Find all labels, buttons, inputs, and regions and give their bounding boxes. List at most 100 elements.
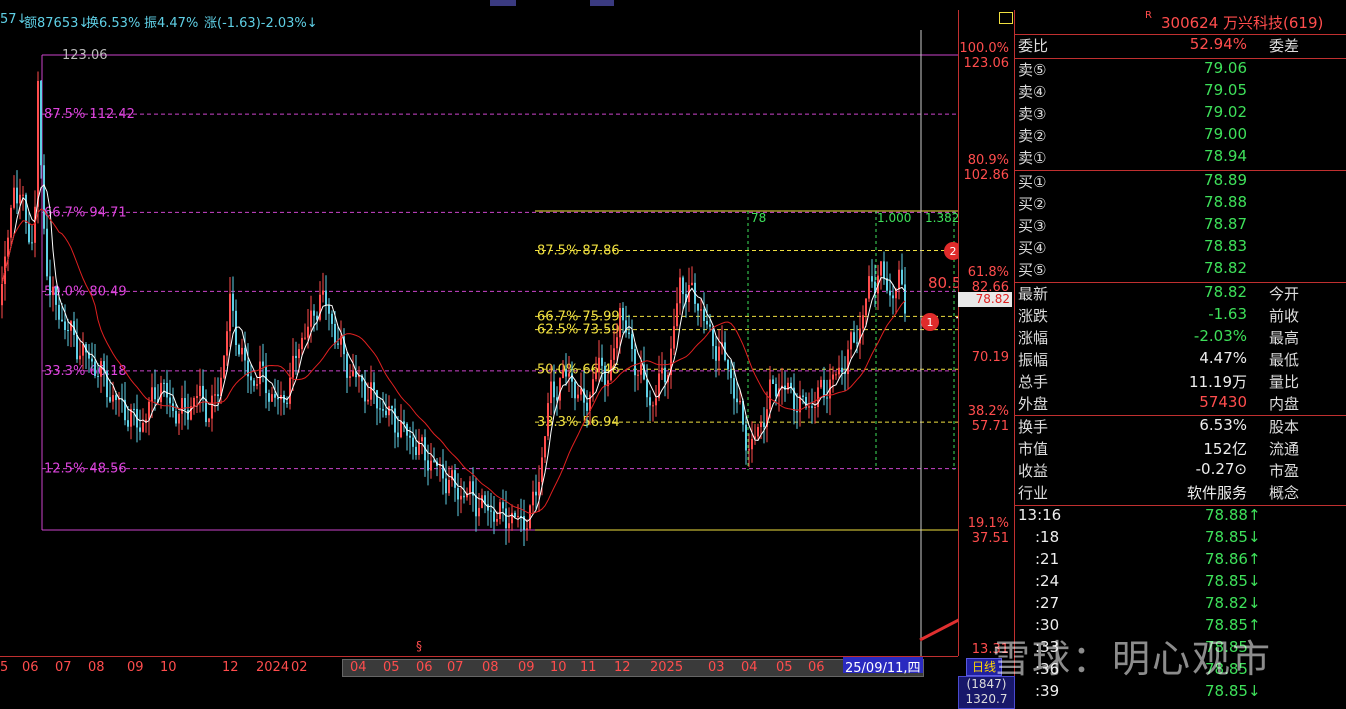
tick-price: 78.86↑ [1205,550,1261,568]
info-row[interactable]: 最新 78.82 今开 [1015,283,1335,305]
candle-body [550,381,552,404]
info-row[interactable]: 涨跌 -1.63 前收 [1015,305,1335,327]
kline-chart[interactable]: 123.06 87.5% 112.42 66.7% 94.71 50.0% 80.49… [0,0,1041,656]
info-row-value: 57430 [1199,393,1247,411]
candle-body [373,382,375,391]
scale-square-icon[interactable] [999,12,1013,24]
candle-body [175,410,177,424]
info-row-value: -1.63 [1208,305,1247,323]
info2-row[interactable]: 收益 -0.27⊙ 市盈 [1015,460,1335,482]
time-axis[interactable]: 5 06 07 08 09 10 12 2024 02 04 05 06 07 08 09 10 11 12 202… [0,656,958,677]
candle-body [802,395,804,397]
candle-body [271,394,273,402]
tick-price: 78.82↓ [1205,594,1261,612]
candle-body [499,502,501,520]
tick-price: 78.85↓ [1205,572,1261,590]
info-row-value: 78.82 [1204,283,1247,301]
ask-row[interactable]: 卖② 79.00 [1015,125,1335,147]
toolbar-button[interactable] [590,0,614,6]
ask-row[interactable]: 卖④ 79.05 [1015,81,1335,103]
info2-row[interactable]: 换手 6.53% 股本 [1015,416,1335,438]
candle-body [127,420,129,427]
candle-body [328,305,330,314]
kline-chart-svg[interactable]: 123.0687.5% 112.4266.7% 94.7150.0% 80.49… [0,0,1041,656]
candle-body [388,406,390,416]
info-row[interactable]: 涨幅 -2.03% 最高 [1015,327,1335,349]
candle-body [43,165,45,229]
time-axis-label: 04 [350,660,367,675]
candle-body [40,80,42,166]
candle-body [97,375,99,377]
bid-row[interactable]: 买③ 78.87 [1015,215,1335,237]
candle-body [574,381,576,399]
candle-body [736,398,738,403]
bid-row[interactable]: 买① 78.89 [1015,171,1335,193]
candle-body [379,408,381,410]
fib-level-label: 12.5% 48.56 [44,462,127,477]
r-mark: R [1145,10,1152,21]
candle-body [394,408,396,433]
candle-body [325,290,327,306]
info-row[interactable]: 外盘 57430 内盘 [1015,393,1335,415]
candle-body [652,405,654,407]
candle-body [46,228,48,277]
candle-body [700,309,702,311]
badge-1-label: 1 [927,316,934,329]
candle-body [196,396,198,398]
candle-body [181,398,183,414]
candle-body [847,349,849,375]
bid-row[interactable]: 买⑤ 78.82 [1015,259,1335,281]
current-price-tag: 78.82 [958,292,1012,307]
candle-body [604,365,606,387]
candle-body [631,334,633,350]
candle-body [640,364,642,375]
info-row[interactable]: 总手 11.19万 量比 [1015,371,1335,393]
ask-row-value: 79.00 [1204,125,1247,143]
tick-time: 13:16 [1018,506,1062,524]
bid-row-value: 78.87 [1204,215,1247,233]
info2-row-label: 收益 [1018,462,1049,480]
toolbar-button[interactable] [490,0,516,6]
ask-row-label: 卖② [1018,127,1047,145]
candle-body [811,406,813,408]
bid-row[interactable]: 买④ 78.83 [1015,237,1335,259]
candle-body [529,505,531,529]
info2-row-value: 软件服务 [1186,484,1247,502]
candle-body [34,206,36,243]
candle-body [385,410,387,416]
candle-body [289,377,291,404]
candle-body [760,422,762,428]
candle-body [772,379,774,384]
info2-row[interactable]: 市值 152亿 流通 [1015,438,1335,460]
time-axis-label: 06 [22,660,39,675]
time-axis-label: 12 [614,660,631,675]
candle-body [115,395,117,401]
time-axis-label: 07 [447,660,464,675]
fib-level-label: 66.7% 94.71 [44,205,127,220]
candle-body [715,346,717,361]
bid-row-label: 买② [1018,195,1047,213]
candle-body [391,406,393,409]
info-row[interactable]: 振幅 4.47% 最低 [1015,349,1335,371]
bid-row[interactable]: 买② 78.88 [1015,193,1335,215]
candle-body [478,507,480,517]
ask-row[interactable]: 卖① 78.94 [1015,147,1335,169]
info2-row[interactable]: 行业 软件服务 概念 [1015,482,1335,504]
time-axis-label: 12 [222,660,239,675]
candle-body [52,286,54,296]
candle-body [400,421,402,438]
ask-row[interactable]: 卖⑤ 79.06 [1015,59,1335,81]
bid-row-label: 买④ [1018,239,1047,257]
candle-body [460,495,462,500]
candle-body [58,304,60,320]
ask-row[interactable]: 卖③ 79.02 [1015,103,1335,125]
quote-panel: R 300624 万兴科技(619) 委比 52.94% 委差 卖⑤ 79.06 卖… [1014,10,1346,707]
info2-row-value: -0.27⊙ [1195,460,1247,478]
candle-body [457,487,459,500]
time-axis-label: 09 [518,660,535,675]
stock-code-name[interactable]: 300624 万兴科技(619) [1161,12,1323,33]
candle-body [871,276,873,282]
candle-body [763,422,765,427]
candle-body [337,343,339,345]
ma-slow-line [1,208,906,515]
